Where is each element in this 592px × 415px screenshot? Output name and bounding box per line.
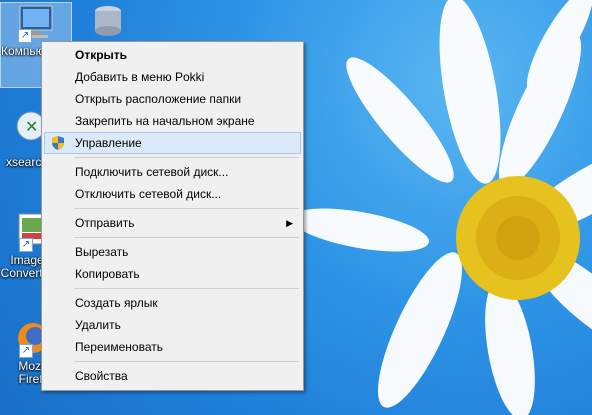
database-icon [86, 3, 130, 43]
menu-item-open[interactable]: Открыть [44, 44, 301, 66]
menu-item-pin-to-start[interactable]: Закрепить на начальном экране [44, 110, 301, 132]
menu-item-label: Управление [75, 136, 142, 150]
menu-item-cut[interactable]: Вырезать [44, 241, 301, 263]
menu-item-open-file-location[interactable]: Открыть расположение папки [44, 88, 301, 110]
menu-item-create-shortcut[interactable]: Создать ярлык [44, 292, 301, 314]
shortcut-arrow-icon: ↗ [19, 238, 33, 252]
menu-separator [74, 361, 299, 362]
menu-item-copy[interactable]: Копировать [44, 263, 301, 285]
svg-text:✕: ✕ [25, 117, 38, 136]
computer-icon: ↗ [14, 3, 58, 43]
desktop-icon-database[interactable] [73, 3, 143, 43]
menu-item-disconnect-network-drive[interactable]: Отключить сетевой диск... [44, 183, 301, 205]
uac-shield-icon [50, 135, 66, 151]
menu-separator [74, 208, 299, 209]
menu-item-delete[interactable]: Удалить [44, 314, 301, 336]
menu-separator [74, 157, 299, 158]
menu-item-properties[interactable]: Свойства [44, 365, 301, 387]
shortcut-arrow-icon: ↗ [18, 29, 32, 43]
menu-item-rename[interactable]: Переименовать [44, 336, 301, 358]
menu-item-add-to-pokki[interactable]: Добавить в меню Pokki [44, 66, 301, 88]
shortcut-arrow-icon: ↗ [19, 344, 33, 358]
menu-separator [74, 237, 299, 238]
menu-separator [74, 288, 299, 289]
submenu-arrow-icon: ▶ [286, 218, 293, 228]
menu-item-map-network-drive[interactable]: Подключить сетевой диск... [44, 161, 301, 183]
menu-item-send-to[interactable]: Отправить ▶ [44, 212, 301, 234]
context-menu: Открыть Добавить в меню Pokki Открыть ра… [41, 41, 304, 391]
menu-item-label: Отправить [75, 216, 135, 230]
menu-item-manage[interactable]: Управление [44, 132, 301, 154]
